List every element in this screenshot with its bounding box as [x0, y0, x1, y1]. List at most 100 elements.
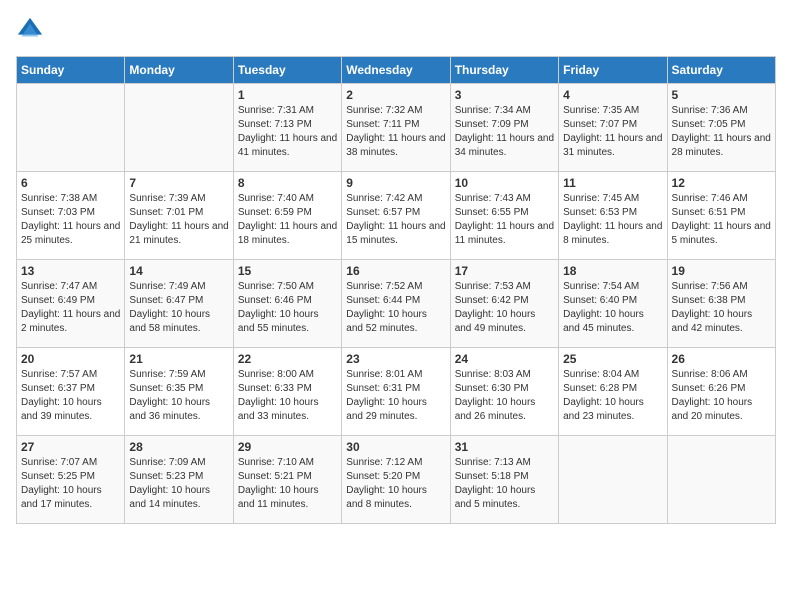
- calendar-cell: 26Sunrise: 8:06 AMSunset: 6:26 PMDayligh…: [667, 348, 775, 436]
- calendar-cell: 11 Sunrise: 7:45 AMSunset: 6:53 PMDayligh…: [559, 172, 667, 260]
- day-info: Sunrise: 7:13 AMSunset: 5:18 PMDaylight:…: [455, 456, 554, 512]
- day-number: 30: [346, 440, 445, 454]
- day-info: Sunrise: 8:01 AMSunset: 6:31 PMDaylight:…: [346, 368, 445, 424]
- day-header-thursday: Thursday: [450, 57, 558, 84]
- day-info: Sunrise: 7:36 AMSunset: 7:05 PMDaylight:…: [672, 104, 771, 160]
- calendar-cell: 25 Sunrise: 8:04 AMSunset: 6:28 PMDayligh…: [559, 348, 667, 436]
- day-info: Sunrise: 7:39 AMSunset: 7:01 PMDaylight:…: [129, 192, 228, 248]
- day-number: 7: [129, 176, 228, 190]
- day-number: 3: [455, 88, 554, 102]
- day-info: Sunrise: 7:49 AMSunset: 6:47 PMDaylight:…: [129, 280, 228, 336]
- day-info: Sunrise: 7:40 AMSunset: 6:59 PMDaylight:…: [238, 192, 337, 248]
- logo: [16, 16, 48, 44]
- day-number: 10: [455, 176, 554, 190]
- day-info: Sunrise: 8:04 AMSunset: 6:28 PMDaylight:…: [563, 368, 662, 424]
- calendar-cell: [667, 436, 775, 524]
- day-number: 23: [346, 352, 445, 366]
- day-number: 1: [238, 88, 337, 102]
- day-number: 18: [563, 264, 662, 278]
- day-info: Sunrise: 7:54 AMSunset: 6:40 PMDaylight:…: [563, 280, 662, 336]
- day-info: Sunrise: 7:45 AMSunset: 6:53 PMDaylight:…: [563, 192, 662, 248]
- calendar-cell: [125, 84, 233, 172]
- day-info: Sunrise: 8:03 AMSunset: 6:30 PMDaylight:…: [455, 368, 554, 424]
- calendar-cell: 2 Sunrise: 7:32 AMSunset: 7:11 PMDaylight…: [342, 84, 450, 172]
- day-info: Sunrise: 8:00 AMSunset: 6:33 PMDaylight:…: [238, 368, 337, 424]
- week-row-1: 1 Sunrise: 7:31 AMSunset: 7:13 PMDaylight…: [17, 84, 776, 172]
- calendar-cell: 1 Sunrise: 7:31 AMSunset: 7:13 PMDaylight…: [233, 84, 341, 172]
- week-row-5: 27 Sunrise: 7:07 AMSunset: 5:25 PMDayligh…: [17, 436, 776, 524]
- day-info: Sunrise: 7:35 AMSunset: 7:07 PMDaylight:…: [563, 104, 662, 160]
- page-header: [16, 16, 776, 44]
- day-number: 25: [563, 352, 662, 366]
- day-number: 6: [21, 176, 120, 190]
- calendar-cell: 29Sunrise: 7:10 AMSunset: 5:21 PMDayligh…: [233, 436, 341, 524]
- calendar-cell: 14 Sunrise: 7:49 AMSunset: 6:47 PMDayligh…: [125, 260, 233, 348]
- day-info: Sunrise: 7:12 AMSunset: 5:20 PMDaylight:…: [346, 456, 445, 512]
- day-info: Sunrise: 8:06 AMSunset: 6:26 PMDaylight:…: [672, 368, 771, 424]
- day-number: 4: [563, 88, 662, 102]
- calendar-cell: 3 Sunrise: 7:34 AMSunset: 7:09 PMDaylight…: [450, 84, 558, 172]
- day-info: Sunrise: 7:59 AMSunset: 6:35 PMDaylight:…: [129, 368, 228, 424]
- day-number: 11: [563, 176, 662, 190]
- day-info: Sunrise: 7:42 AMSunset: 6:57 PMDaylight:…: [346, 192, 445, 248]
- calendar-cell: 23 Sunrise: 8:01 AMSunset: 6:31 PMDayligh…: [342, 348, 450, 436]
- day-number: 14: [129, 264, 228, 278]
- calendar-cell: 5 Sunrise: 7:36 AMSunset: 7:05 PMDaylight…: [667, 84, 775, 172]
- day-number: 8: [238, 176, 337, 190]
- calendar-cell: 7 Sunrise: 7:39 AMSunset: 7:01 PMDaylight…: [125, 172, 233, 260]
- calendar-cell: 21 Sunrise: 7:59 AMSunset: 6:35 PMDayligh…: [125, 348, 233, 436]
- day-header-monday: Monday: [125, 57, 233, 84]
- day-info: Sunrise: 7:32 AMSunset: 7:11 PMDaylight:…: [346, 104, 445, 160]
- calendar-cell: 12 Sunrise: 7:46 AMSunset: 6:51 PMDayligh…: [667, 172, 775, 260]
- day-number: 5: [672, 88, 771, 102]
- calendar-cell: 27 Sunrise: 7:07 AMSunset: 5:25 PMDayligh…: [17, 436, 125, 524]
- calendar-cell: 10 Sunrise: 7:43 AMSunset: 6:55 PMDayligh…: [450, 172, 558, 260]
- day-number: 13: [21, 264, 120, 278]
- day-number: 24: [455, 352, 554, 366]
- calendar-cell: 30 Sunrise: 7:12 AMSunset: 5:20 PMDayligh…: [342, 436, 450, 524]
- day-number: 9: [346, 176, 445, 190]
- day-number: 15: [238, 264, 337, 278]
- day-info: Sunrise: 7:07 AMSunset: 5:25 PMDaylight:…: [21, 456, 120, 512]
- calendar-cell: [559, 436, 667, 524]
- calendar-cell: 22Sunrise: 8:00 AMSunset: 6:33 PMDayligh…: [233, 348, 341, 436]
- week-row-3: 13 Sunrise: 7:47 AMSunset: 6:49 PMDayligh…: [17, 260, 776, 348]
- calendar-cell: 6Sunrise: 7:38 AMSunset: 7:03 PMDaylight…: [17, 172, 125, 260]
- calendar-cell: 28 Sunrise: 7:09 AMSunset: 5:23 PMDayligh…: [125, 436, 233, 524]
- calendar-cell: 15 Sunrise: 7:50 AMSunset: 6:46 PMDayligh…: [233, 260, 341, 348]
- calendar-cell: 31Sunrise: 7:13 AMSunset: 5:18 PMDayligh…: [450, 436, 558, 524]
- day-info: Sunrise: 7:09 AMSunset: 5:23 PMDaylight:…: [129, 456, 228, 512]
- calendar-cell: 20Sunrise: 7:57 AMSunset: 6:37 PMDayligh…: [17, 348, 125, 436]
- day-number: 19: [672, 264, 771, 278]
- day-info: Sunrise: 7:10 AMSunset: 5:21 PMDaylight:…: [238, 456, 337, 512]
- day-header-tuesday: Tuesday: [233, 57, 341, 84]
- calendar-cell: 18 Sunrise: 7:54 AMSunset: 6:40 PMDayligh…: [559, 260, 667, 348]
- day-info: Sunrise: 7:50 AMSunset: 6:46 PMDaylight:…: [238, 280, 337, 336]
- day-number: 16: [346, 264, 445, 278]
- calendar-cell: 16 Sunrise: 7:52 AMSunset: 6:44 PMDayligh…: [342, 260, 450, 348]
- calendar-cell: 9 Sunrise: 7:42 AMSunset: 6:57 PMDaylight…: [342, 172, 450, 260]
- calendar-cell: 13 Sunrise: 7:47 AMSunset: 6:49 PMDayligh…: [17, 260, 125, 348]
- day-header-saturday: Saturday: [667, 57, 775, 84]
- day-number: 2: [346, 88, 445, 102]
- week-row-4: 20Sunrise: 7:57 AMSunset: 6:37 PMDayligh…: [17, 348, 776, 436]
- day-header-friday: Friday: [559, 57, 667, 84]
- day-number: 27: [21, 440, 120, 454]
- week-row-2: 6Sunrise: 7:38 AMSunset: 7:03 PMDaylight…: [17, 172, 776, 260]
- day-number: 28: [129, 440, 228, 454]
- day-header-sunday: Sunday: [17, 57, 125, 84]
- day-number: 12: [672, 176, 771, 190]
- header-row: SundayMondayTuesdayWednesdayThursdayFrid…: [17, 57, 776, 84]
- day-info: Sunrise: 7:43 AMSunset: 6:55 PMDaylight:…: [455, 192, 554, 248]
- day-info: Sunrise: 7:46 AMSunset: 6:51 PMDaylight:…: [672, 192, 771, 248]
- calendar-cell: 17Sunrise: 7:53 AMSunset: 6:42 PMDayligh…: [450, 260, 558, 348]
- calendar-cell: [17, 84, 125, 172]
- day-info: Sunrise: 7:57 AMSunset: 6:37 PMDaylight:…: [21, 368, 120, 424]
- day-info: Sunrise: 7:47 AMSunset: 6:49 PMDaylight:…: [21, 280, 120, 336]
- day-number: 21: [129, 352, 228, 366]
- day-info: Sunrise: 7:31 AMSunset: 7:13 PMDaylight:…: [238, 104, 337, 160]
- day-header-wednesday: Wednesday: [342, 57, 450, 84]
- day-info: Sunrise: 7:52 AMSunset: 6:44 PMDaylight:…: [346, 280, 445, 336]
- day-info: Sunrise: 7:56 AMSunset: 6:38 PMDaylight:…: [672, 280, 771, 336]
- day-info: Sunrise: 7:34 AMSunset: 7:09 PMDaylight:…: [455, 104, 554, 160]
